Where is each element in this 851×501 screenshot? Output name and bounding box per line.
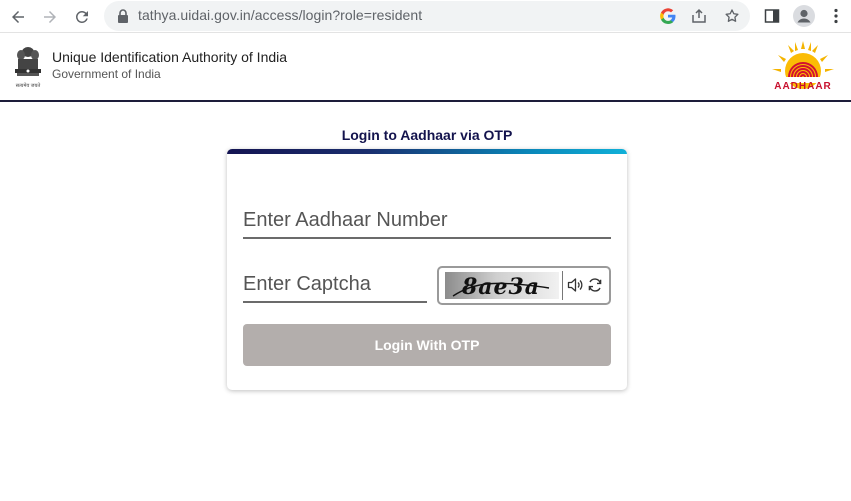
menu-button[interactable] <box>824 4 848 28</box>
profile-button[interactable] <box>792 4 816 28</box>
login-title: Login to Aadhaar via OTP <box>341 127 513 143</box>
captcha-divider <box>562 271 563 300</box>
aadhaar-logo-text: AADHAAR <box>774 81 832 92</box>
google-icon <box>660 8 676 24</box>
bookmark-button[interactable] <box>722 6 742 26</box>
org-subtitle: Government of India <box>52 67 161 81</box>
address-bar[interactable]: tathya.uidai.gov.in/access/login?role=re… <box>104 1 750 31</box>
captcha-text: 8ae3a <box>461 274 540 299</box>
captcha-refresh-button[interactable] <box>586 275 604 295</box>
emblem-caption: सत्यमेव जयते <box>16 82 41 89</box>
browser-toolbar: tathya.uidai.gov.in/access/login?role=re… <box>0 0 851 33</box>
url-text[interactable]: tathya.uidai.gov.in/access/login?role=re… <box>138 7 422 23</box>
star-icon <box>725 9 739 22</box>
org-name: Unique Identification Authority of India <box>52 49 288 65</box>
menu-icon <box>834 8 838 24</box>
aadhaar-logo-icon[interactable]: AADHAAR <box>764 39 842 95</box>
reload-icon <box>75 10 88 23</box>
login-with-otp-button[interactable]: Login With OTP <box>243 324 611 366</box>
back-button[interactable] <box>5 4 31 30</box>
captcha-field <box>243 267 427 303</box>
aadhaar-number-input[interactable] <box>243 203 611 237</box>
side-panel-button[interactable] <box>760 4 784 28</box>
forward-icon <box>44 11 56 23</box>
refresh-icon <box>588 278 602 292</box>
speaker-icon <box>567 278 582 292</box>
forward-button[interactable] <box>37 4 63 30</box>
google-lens-button[interactable] <box>658 6 678 26</box>
site-header: सत्यमेव जयते Unique Identification Autho… <box>0 33 851 102</box>
card-accent-bar <box>227 149 627 154</box>
side-panel-icon <box>764 9 780 23</box>
captcha-box: 8ae3a <box>437 266 611 305</box>
captcha-audio-button[interactable] <box>566 275 584 295</box>
back-icon <box>12 11 24 23</box>
lock-icon <box>118 9 128 23</box>
share-icon <box>692 8 706 23</box>
national-emblem-icon: सत्यमेव जयते <box>15 47 41 89</box>
login-card: 8ae3a Login With OTP <box>227 149 627 390</box>
captcha-image: 8ae3a <box>445 272 559 299</box>
captcha-input[interactable] <box>243 267 427 301</box>
share-button[interactable] <box>689 6 709 26</box>
profile-icon <box>793 5 815 27</box>
aadhaar-number-field <box>243 203 611 239</box>
reload-button[interactable] <box>69 4 95 30</box>
